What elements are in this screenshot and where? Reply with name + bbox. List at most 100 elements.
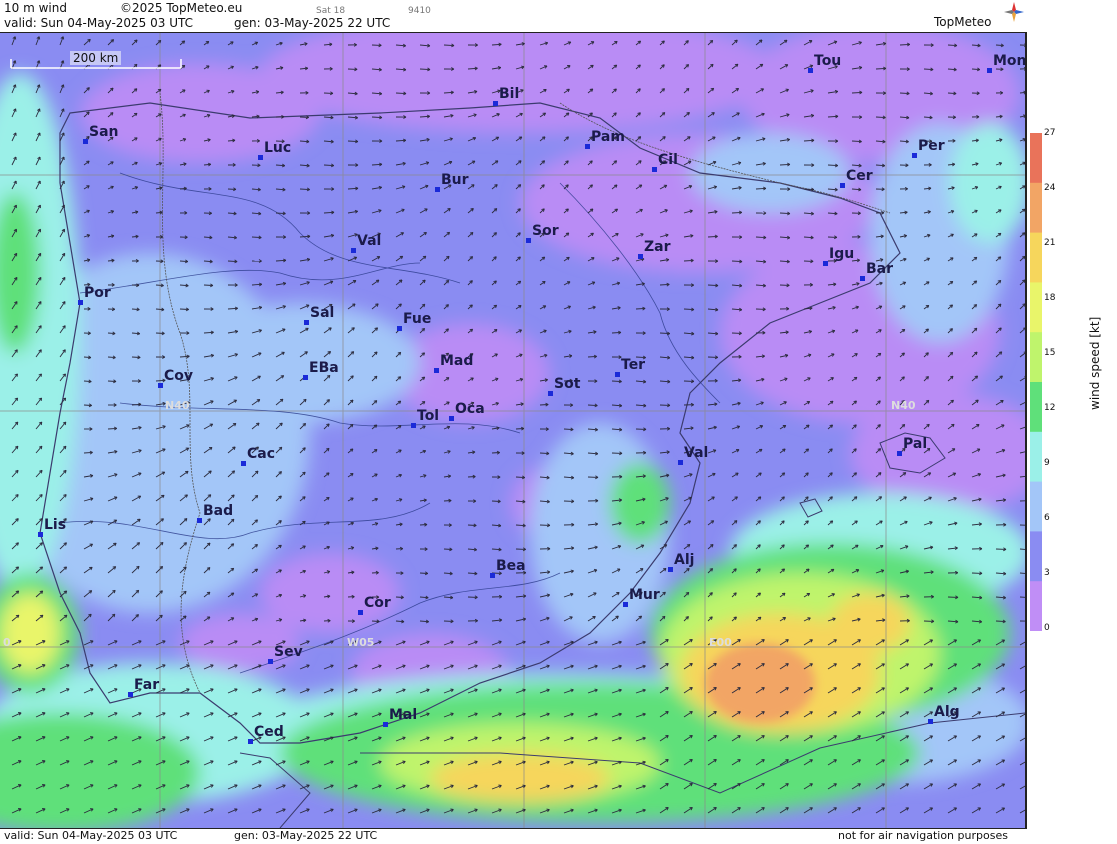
city-label[interactable]: Sal xyxy=(310,306,334,320)
legend-tick: 6 xyxy=(1044,513,1050,523)
wind-arrow-head xyxy=(278,521,281,522)
city-label[interactable]: Mad xyxy=(440,354,473,368)
wind-arrow-head xyxy=(542,257,545,258)
wind-map[interactable]: 200 km N40 N40 W05 E00 0 TouMonBilSanPam… xyxy=(0,33,1027,828)
city-label[interactable]: Luc xyxy=(264,141,291,155)
city-label[interactable]: Cac xyxy=(247,447,275,461)
wind-arrow-head xyxy=(498,641,501,642)
wind-arrow-head xyxy=(450,761,453,762)
city-marker xyxy=(860,276,865,281)
wind-arrow-head xyxy=(135,187,138,188)
wind-arrow-head xyxy=(643,689,646,690)
wind-arrow-head xyxy=(498,713,501,714)
city-label[interactable]: Sor xyxy=(532,224,559,238)
wind-arrow-head xyxy=(857,594,860,595)
city-label[interactable]: Fue xyxy=(403,312,431,326)
wind-arrow-head xyxy=(64,615,67,616)
wind-arrow-head xyxy=(89,591,92,592)
city-label[interactable]: Zar xyxy=(644,240,671,254)
city-label[interactable]: Per xyxy=(918,139,945,153)
wind-arrow-head xyxy=(571,785,574,786)
wind-arrow-head xyxy=(665,498,668,499)
city-label[interactable]: Cov xyxy=(164,369,193,383)
legend-tick: 15 xyxy=(1044,348,1055,358)
valid-time: valid: Sun 04-May-2025 03 UTC xyxy=(4,16,193,30)
wind-arrow-head xyxy=(450,689,453,690)
city-label[interactable]: Bar xyxy=(866,262,893,276)
city-label[interactable]: EBa xyxy=(309,361,339,375)
city-marker xyxy=(548,391,553,396)
city-label[interactable]: Pam xyxy=(591,130,625,144)
legend-swatch xyxy=(1030,482,1042,532)
city-label[interactable]: Mur xyxy=(629,588,660,602)
city-label[interactable]: Por xyxy=(84,286,111,300)
wind-arrow-head xyxy=(498,665,501,666)
wind-arrow-head xyxy=(713,450,716,451)
city-label[interactable]: Igu xyxy=(829,247,854,261)
city-label[interactable]: Pal xyxy=(903,437,927,451)
lat-label: N40 xyxy=(891,399,916,412)
wind-arrow-head xyxy=(474,761,477,762)
city-label[interactable]: Val xyxy=(684,446,708,460)
wind-arrow-head xyxy=(450,665,453,666)
wind-arrow-head xyxy=(662,592,665,593)
city-label[interactable]: Alj xyxy=(674,553,694,567)
city-label[interactable]: Far xyxy=(134,678,159,692)
city-label[interactable]: Tol xyxy=(417,409,439,423)
wind-arrow-head xyxy=(137,543,140,544)
wind-arrow-head xyxy=(903,258,906,259)
wind-arrow-head xyxy=(954,498,957,499)
city-label[interactable]: Ter xyxy=(621,358,645,372)
legend-tick: 9 xyxy=(1044,458,1050,468)
wind-arrow-head xyxy=(522,689,525,690)
wind-arrow-head xyxy=(571,737,574,738)
city-label[interactable]: Oca xyxy=(455,402,485,416)
city-label[interactable]: Sot xyxy=(554,377,580,391)
wind-arrow-head xyxy=(402,641,405,642)
wind-arrow-head xyxy=(619,665,622,666)
city-label[interactable]: Cil xyxy=(658,153,678,167)
wind-arrow-head xyxy=(161,519,164,520)
wind-arrow-head xyxy=(474,809,477,810)
legend-tick: 21 xyxy=(1044,238,1055,248)
city-label[interactable]: Mon xyxy=(993,54,1027,68)
wind-arrow-head xyxy=(595,641,598,642)
city-label[interactable]: Bad xyxy=(203,504,233,518)
city-label[interactable]: Sev xyxy=(274,645,303,659)
city-marker xyxy=(128,692,133,697)
city-label[interactable]: Bil xyxy=(499,87,519,101)
wind-arrow-head xyxy=(183,616,186,617)
city-label[interactable]: Cer xyxy=(846,169,873,183)
scale-label: 200 km xyxy=(70,51,121,65)
wind-arrow-head xyxy=(542,137,545,138)
map-footer: valid: Sun 04-May-2025 03 UTC gen: 03-Ma… xyxy=(0,828,1027,844)
wind-arrow-head xyxy=(159,163,162,164)
legend-swatch xyxy=(1030,581,1042,631)
wind-arrow-head xyxy=(351,328,354,329)
city-label[interactable]: Ced xyxy=(254,725,284,739)
city-label[interactable]: Bea xyxy=(496,559,526,573)
wind-arrow-head xyxy=(450,641,453,642)
city-label[interactable]: Lis xyxy=(44,518,66,532)
wind-arrow-head xyxy=(595,809,598,810)
city-label[interactable]: Mal xyxy=(389,708,417,722)
wind-arrow-head xyxy=(450,737,453,738)
city-label[interactable]: San xyxy=(89,125,119,139)
wind-arrow-head xyxy=(902,353,905,354)
wind-arrow-head xyxy=(208,471,211,472)
city-marker xyxy=(258,155,263,160)
city-label[interactable]: Alg xyxy=(934,705,960,719)
city-label[interactable]: Bur xyxy=(441,173,469,187)
wind-arrow-head xyxy=(302,497,305,498)
wind-arrow-head xyxy=(951,210,954,211)
city-marker xyxy=(678,460,683,465)
wind-arrow-head xyxy=(806,449,809,450)
city-marker xyxy=(351,248,356,253)
wind-arrow-head xyxy=(595,713,598,714)
wind-arrow-head xyxy=(522,809,525,810)
city-label[interactable]: Tou xyxy=(814,54,841,68)
city-label[interactable]: Cor xyxy=(364,596,391,610)
wind-arrow-head xyxy=(595,689,598,690)
city-label[interactable]: Val xyxy=(357,234,381,248)
wind-arrow-head xyxy=(110,113,113,114)
